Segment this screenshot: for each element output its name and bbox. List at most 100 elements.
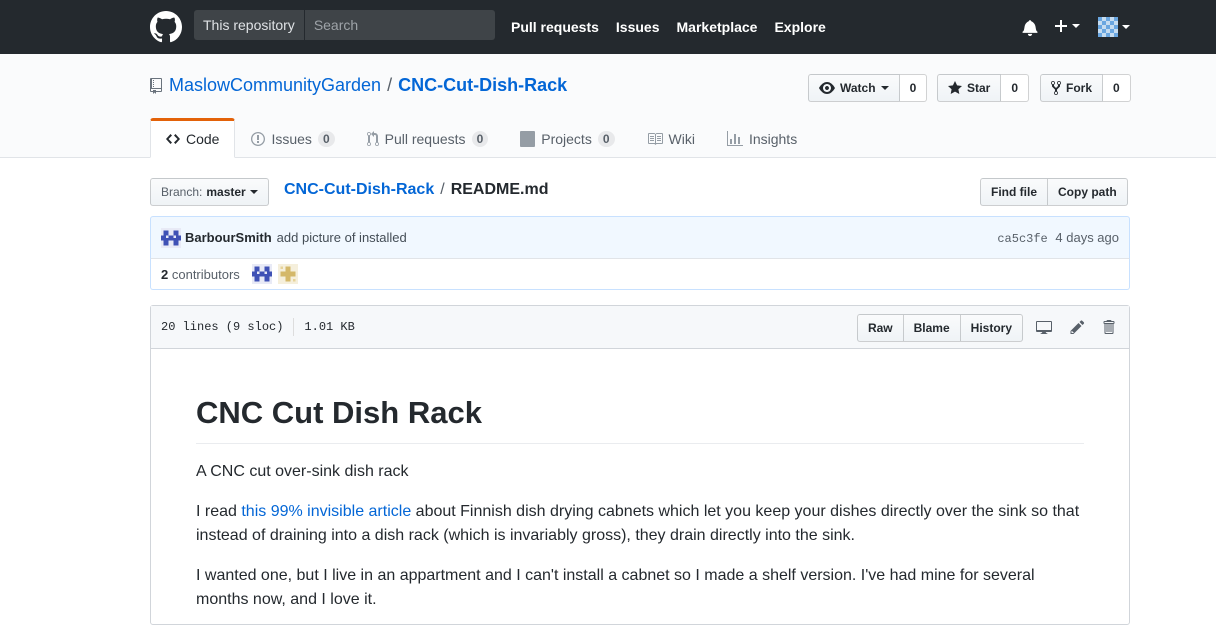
issue-icon xyxy=(251,132,266,146)
tab-wiki[interactable]: Wiki xyxy=(631,118,711,158)
readme-title: CNC Cut Dish Rack xyxy=(196,394,1084,444)
project-icon xyxy=(520,131,536,147)
star-icon xyxy=(948,81,962,94)
global-header: This repository Pull requests Issues Mar… xyxy=(0,0,1216,54)
issues-counter: 0 xyxy=(317,131,335,147)
copy-path-button[interactable]: Copy path xyxy=(1048,178,1128,206)
fork-count[interactable]: 0 xyxy=(1103,74,1131,102)
branch-prefix: Branch: xyxy=(161,185,203,199)
watch-count[interactable]: 0 xyxy=(899,74,928,102)
pull-requests-counter: 0 xyxy=(471,131,489,147)
readme-paragraph: I read this 99% invisible article about … xyxy=(196,500,1084,548)
repo-header: MaslowCommunityGarden / CNC-Cut-Dish-Rac… xyxy=(0,54,1216,158)
tab-label: Pull requests xyxy=(384,131,466,147)
history-button[interactable]: History xyxy=(959,314,1023,342)
file-actions: Raw Blame History xyxy=(856,314,1023,342)
commit-meta: ca5c3fe 4 days ago xyxy=(997,230,1119,246)
author-avatar[interactable] xyxy=(161,227,181,248)
pencil-icon[interactable] xyxy=(1070,319,1085,335)
header-nav: Pull requests Issues Marketplace Explore xyxy=(511,0,826,54)
file-icon-actions xyxy=(1035,319,1115,335)
nav-pull-requests[interactable]: Pull requests xyxy=(511,19,599,35)
chevron-down-icon xyxy=(1122,25,1130,29)
repo-icon xyxy=(150,77,162,94)
search-input[interactable] xyxy=(304,10,495,40)
search-scope-label: This repository xyxy=(194,10,305,40)
repo-nav: Code Issues 0 Pull requests 0 Projects 0… xyxy=(150,118,813,158)
contributors-text[interactable]: 2 contributors xyxy=(161,267,240,282)
repo-owner-link[interactable]: MaslowCommunityGarden xyxy=(169,75,381,96)
commit-time: 4 days ago xyxy=(1055,229,1119,245)
fork-icon xyxy=(1051,80,1061,96)
tab-label: Projects xyxy=(541,131,592,147)
tab-label: Insights xyxy=(748,131,798,147)
chevron-down-icon xyxy=(880,86,889,90)
latest-commit: BarbourSmith add picture of installed ca… xyxy=(150,216,1130,259)
commit-author-link[interactable]: BarbourSmith xyxy=(185,230,272,245)
tab-projects[interactable]: Projects 0 xyxy=(504,118,630,158)
chevron-down-icon xyxy=(249,190,258,194)
branch-name: master xyxy=(206,185,246,199)
create-new-dropdown[interactable] xyxy=(1054,18,1080,34)
nav-issues[interactable]: Issues xyxy=(616,19,660,35)
find-file-button[interactable]: Find file xyxy=(980,178,1048,206)
readme-paragraph: I wanted one, but I live in an appartmen… xyxy=(196,566,1035,608)
tab-label: Issues xyxy=(271,131,312,147)
file-nav-buttons: Find file Copy path xyxy=(980,178,1128,206)
tab-label: Code xyxy=(186,131,220,147)
plus-icon xyxy=(1055,20,1067,32)
fork-label: Fork xyxy=(1066,81,1093,95)
breadcrumb: CNC-Cut-Dish-Rack / README.md xyxy=(284,181,548,199)
book-icon xyxy=(647,133,663,145)
watch-group: Watch 0 xyxy=(808,74,928,102)
tab-label: Wiki xyxy=(668,131,695,147)
article-link[interactable]: this 99% invisible article xyxy=(241,503,411,520)
tab-pull-requests[interactable]: Pull requests 0 xyxy=(351,118,505,158)
star-label: Star xyxy=(967,81,991,95)
file-size: 1.01 KB xyxy=(304,320,355,334)
file-box: 20 lines (9 sloc) 1.01 KB Raw Blame Hist… xyxy=(150,305,1130,625)
repo-title-separator: / xyxy=(387,75,393,95)
user-avatar-icon xyxy=(1098,17,1118,37)
tab-issues[interactable]: Issues 0 xyxy=(235,118,350,158)
eye-icon xyxy=(819,82,835,94)
contributor-avatar[interactable] xyxy=(251,264,272,284)
star-count[interactable]: 0 xyxy=(1001,74,1030,102)
desktop-icon[interactable] xyxy=(1035,319,1053,335)
readme-content: CNC Cut Dish Rack A CNC cut over-sink di… xyxy=(151,349,1129,612)
file-header: 20 lines (9 sloc) 1.01 KB Raw Blame Hist… xyxy=(151,306,1129,349)
repo-title: MaslowCommunityGarden / CNC-Cut-Dish-Rac… xyxy=(150,75,567,96)
file-info-divider xyxy=(293,318,295,336)
contributors-bar: 2 contributors xyxy=(150,258,1130,290)
pull-request-icon xyxy=(366,131,379,146)
star-button[interactable]: Star xyxy=(937,74,1002,102)
notification-bell-icon[interactable] xyxy=(1021,19,1039,36)
watch-button[interactable]: Watch xyxy=(808,74,900,102)
fork-button[interactable]: Fork xyxy=(1040,74,1104,102)
graph-icon xyxy=(726,131,743,146)
commit-sha-link[interactable]: ca5c3fe xyxy=(997,232,1047,246)
nav-marketplace[interactable]: Marketplace xyxy=(677,19,758,35)
breadcrumb-repo-link[interactable]: CNC-Cut-Dish-Rack xyxy=(284,181,434,199)
watch-label: Watch xyxy=(840,81,876,95)
contributor-avatar[interactable] xyxy=(277,264,298,284)
blame-button[interactable]: Blame xyxy=(902,314,961,342)
contributors-label: contributors xyxy=(171,266,240,282)
nav-explore[interactable]: Explore xyxy=(774,19,825,35)
branch-select-button[interactable]: Branch: master xyxy=(150,178,269,206)
chevron-down-icon xyxy=(1072,24,1080,28)
breadcrumb-separator: / xyxy=(440,181,445,198)
file-lines: 20 lines (9 sloc) xyxy=(161,320,284,334)
commit-message-link[interactable]: add picture of installed xyxy=(277,230,407,245)
trash-icon[interactable] xyxy=(1102,319,1115,335)
raw-button[interactable]: Raw xyxy=(856,314,904,342)
breadcrumb-file: README.md xyxy=(450,181,549,198)
star-group: Star 0 xyxy=(937,74,1030,102)
tab-insights[interactable]: Insights xyxy=(711,118,813,158)
search-box: This repository xyxy=(194,10,495,40)
user-menu[interactable] xyxy=(1098,17,1130,37)
repo-name-link[interactable]: CNC-Cut-Dish-Rack xyxy=(398,75,567,96)
tab-code[interactable]: Code xyxy=(150,118,236,158)
projects-counter: 0 xyxy=(597,131,615,147)
github-logo-icon[interactable] xyxy=(150,11,182,43)
